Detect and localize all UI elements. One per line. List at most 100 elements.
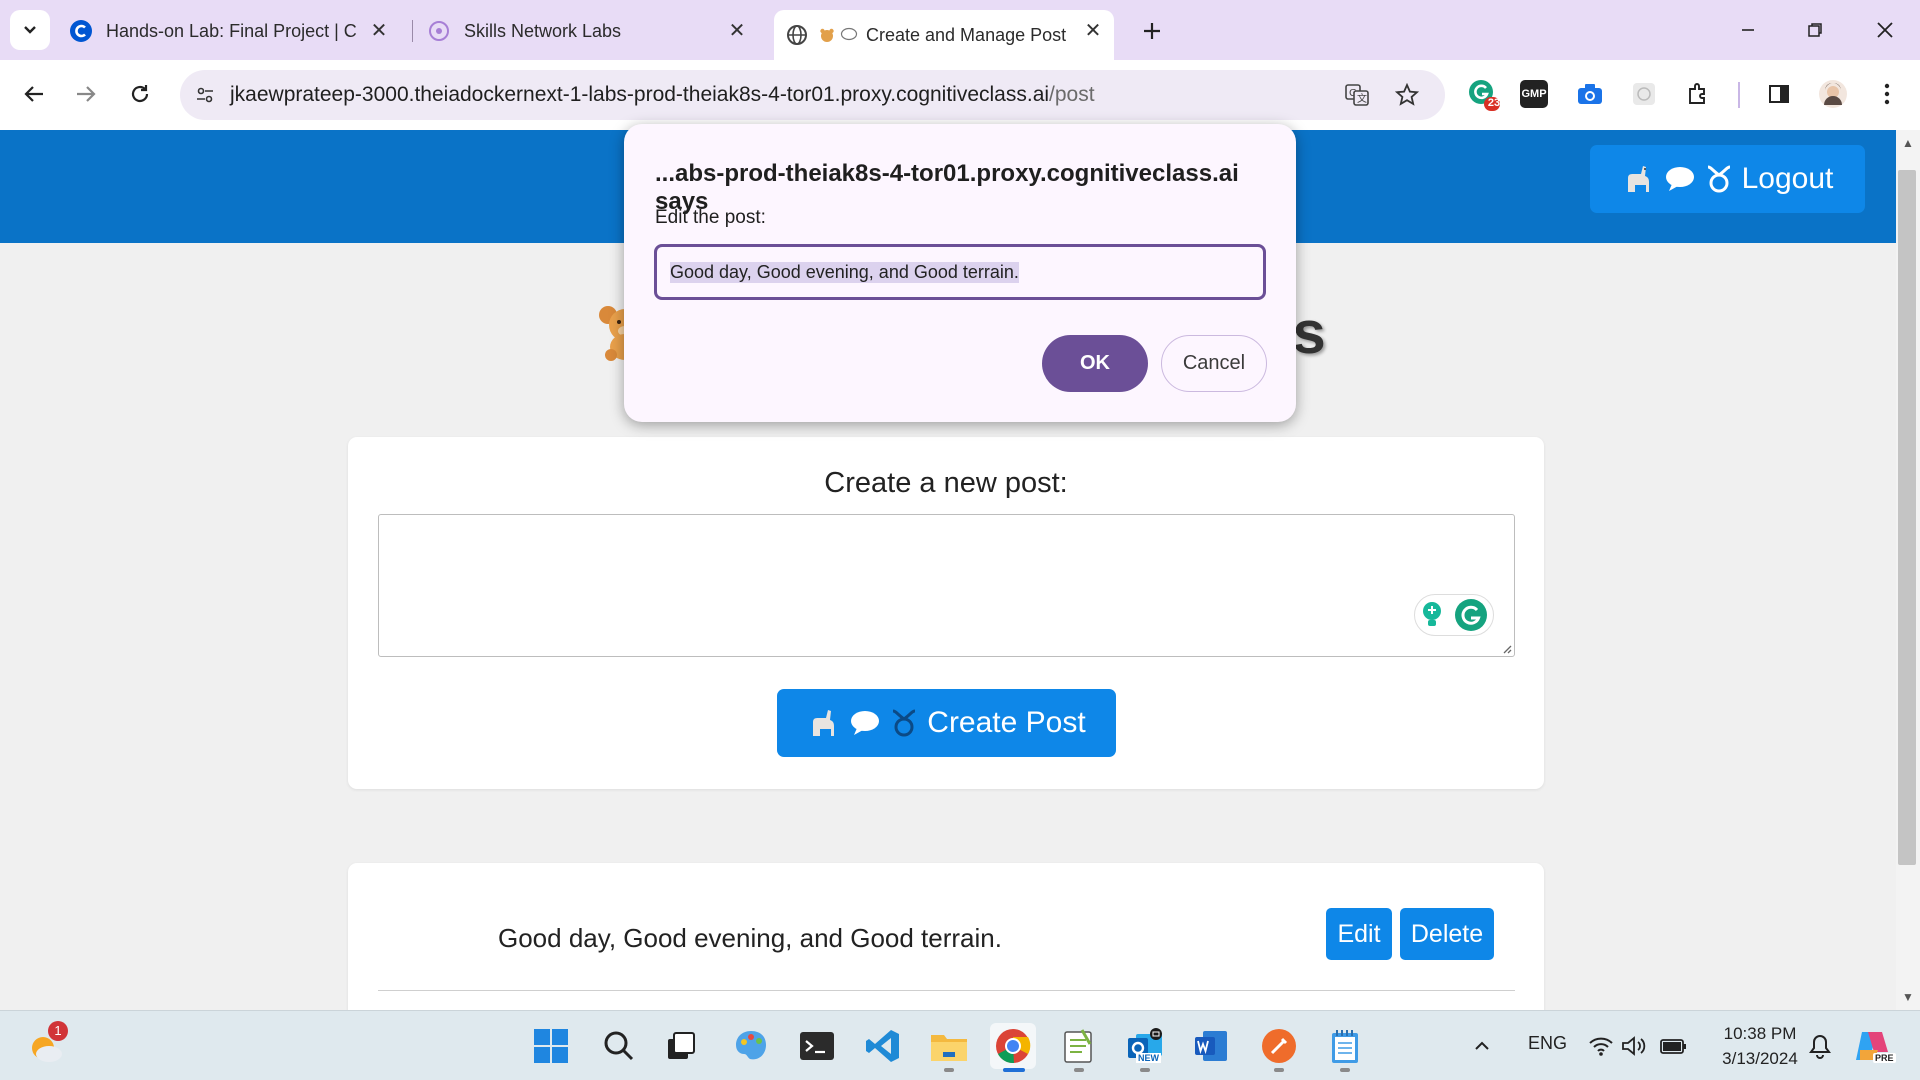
taurus-icon bbox=[1707, 165, 1730, 193]
taskbar-app-notepad[interactable] bbox=[1322, 1023, 1368, 1069]
extensions-puzzle-icon[interactable] bbox=[1681, 77, 1715, 111]
notifications-button[interactable] bbox=[1805, 1023, 1835, 1069]
task-view-button[interactable] bbox=[658, 1023, 704, 1069]
profile-avatar[interactable] bbox=[1816, 77, 1850, 111]
edit-post-input[interactable]: Good day, Good evening, and Good terrain… bbox=[654, 244, 1266, 300]
create-post-button[interactable]: Create Post bbox=[777, 689, 1116, 757]
llama-icon bbox=[813, 710, 835, 736]
plus-icon bbox=[1144, 23, 1160, 39]
teddy-bear-icon bbox=[820, 28, 834, 42]
toolbar-separator bbox=[1738, 82, 1740, 108]
battery-icon bbox=[1660, 1039, 1686, 1054]
taskbar-search-button[interactable] bbox=[596, 1023, 642, 1069]
notepad-plus-icon bbox=[1064, 1029, 1092, 1063]
forward-button[interactable] bbox=[64, 72, 108, 116]
tab-create-manage-post[interactable]: Create and Manage Post ✕ bbox=[774, 10, 1114, 60]
start-button[interactable] bbox=[528, 1023, 574, 1069]
tab-hands-on-lab[interactable]: Hands-on Lab: Final Project | Co ✕ bbox=[70, 10, 400, 52]
new-tab-button[interactable] bbox=[1132, 14, 1172, 48]
running-indicator bbox=[1074, 1068, 1084, 1072]
show-hidden-icons-button[interactable] bbox=[1467, 1023, 1497, 1069]
post-textarea[interactable] bbox=[378, 514, 1515, 657]
close-tab-icon[interactable]: ✕ bbox=[368, 20, 390, 42]
side-panel-icon[interactable] bbox=[1762, 77, 1796, 111]
windows-logo-icon bbox=[534, 1029, 568, 1063]
reload-icon bbox=[131, 85, 149, 103]
close-tab-icon[interactable]: ✕ bbox=[1082, 20, 1104, 42]
scroll-up-arrow-icon[interactable]: ▲ bbox=[1900, 136, 1916, 150]
skills-network-icon bbox=[429, 21, 449, 41]
grammarly-widget[interactable] bbox=[1414, 594, 1494, 636]
close-tab-icon[interactable]: ✕ bbox=[726, 20, 748, 42]
tab-title: Skills Network Labs bbox=[464, 20, 622, 41]
input-language[interactable]: ENG bbox=[1528, 1033, 1567, 1054]
post-divider bbox=[378, 990, 1515, 991]
scroll-down-arrow-icon[interactable]: ▼ bbox=[1900, 990, 1916, 1004]
restore-button[interactable] bbox=[1790, 10, 1840, 50]
speech-bubble-icon bbox=[840, 27, 858, 41]
minimize-button[interactable] bbox=[1723, 10, 1773, 50]
reload-button[interactable] bbox=[118, 72, 162, 116]
taskbar-app-file-explorer[interactable] bbox=[926, 1023, 972, 1069]
logout-button[interactable]: Logout bbox=[1590, 145, 1865, 213]
grammarly-extension-icon[interactable]: 23 bbox=[1466, 77, 1500, 111]
weather-badge: 1 bbox=[48, 1021, 68, 1041]
clock[interactable]: 10:38 PM 3/13/2024 bbox=[1705, 1021, 1815, 1071]
camera-extension-icon[interactable] bbox=[1573, 77, 1607, 111]
edit-post-button[interactable]: Edit bbox=[1326, 908, 1392, 960]
prompt-dialog: ...abs-prod-theiak8s-4-tor01.proxy.cogni… bbox=[624, 124, 1296, 422]
taskbar-app-postman[interactable] bbox=[1256, 1023, 1302, 1069]
tab-skills-network[interactable]: Skills Network Labs ✕ bbox=[428, 10, 758, 52]
openai-extension-icon[interactable] bbox=[1627, 77, 1661, 111]
running-indicator bbox=[1340, 1068, 1350, 1072]
speech-bubble-icon bbox=[851, 711, 880, 735]
taskbar-app-paint[interactable] bbox=[728, 1023, 774, 1069]
url-host: jkaewprateep-3000.theiadockernext-1-labs… bbox=[230, 83, 1050, 106]
ok-button[interactable]: OK bbox=[1042, 335, 1148, 392]
site-info-icon[interactable] bbox=[188, 78, 222, 112]
speech-bubble-icon bbox=[1665, 167, 1694, 191]
resize-handle-icon[interactable] bbox=[1500, 642, 1512, 654]
coursera-c-icon bbox=[70, 20, 92, 42]
address-bar[interactable]: jkaewprateep-3000.theiadockernext-1-labs… bbox=[180, 70, 1445, 120]
taskbar-app-outlook[interactable]: NEW bbox=[1122, 1023, 1168, 1069]
taskbar-app-terminal[interactable] bbox=[794, 1023, 840, 1069]
windows-taskbar: 1 NEW ENG 10:38 PM 3/13/2024 PRE bbox=[0, 1010, 1920, 1080]
taskbar-app-notepad-plus[interactable] bbox=[1056, 1023, 1102, 1069]
running-indicator bbox=[944, 1068, 954, 1072]
create-post-label: Create Post bbox=[927, 706, 1086, 739]
minimize-icon bbox=[1742, 29, 1754, 31]
running-indicator bbox=[1140, 1068, 1150, 1072]
battery-status[interactable] bbox=[1654, 1023, 1694, 1069]
terminal-icon bbox=[800, 1032, 834, 1060]
translate-icon[interactable]: G文 bbox=[1340, 78, 1374, 112]
bookmark-star-icon[interactable] bbox=[1390, 78, 1424, 112]
browser-menu-icon[interactable] bbox=[1870, 77, 1904, 111]
restore-icon bbox=[1808, 23, 1822, 37]
tab-search-button[interactable] bbox=[10, 10, 50, 50]
weather-widget[interactable]: 1 bbox=[24, 1021, 70, 1069]
network-status[interactable] bbox=[1582, 1023, 1620, 1069]
taskbar-app-chrome[interactable] bbox=[990, 1023, 1036, 1069]
cancel-button[interactable]: Cancel bbox=[1161, 335, 1267, 392]
logout-label: Logout bbox=[1741, 162, 1834, 195]
delete-post-button[interactable]: Delete bbox=[1400, 908, 1494, 960]
paint-palette-icon bbox=[736, 1031, 766, 1060]
tab-title: Create and Manage Post bbox=[866, 24, 1066, 45]
taskbar-app-word[interactable] bbox=[1188, 1023, 1234, 1069]
close-window-button[interactable] bbox=[1860, 10, 1910, 50]
task-view-icon bbox=[668, 1032, 695, 1059]
back-arrow-icon bbox=[24, 86, 43, 102]
post-list-card: Good day, Good evening, and Good terrain… bbox=[348, 863, 1544, 1010]
copilot-button[interactable]: PRE bbox=[1849, 1023, 1896, 1069]
edit-post-input-value: Good day, Good evening, and Good terrain… bbox=[670, 261, 1019, 283]
scroll-thumb[interactable] bbox=[1898, 170, 1916, 865]
volume-control[interactable] bbox=[1616, 1023, 1652, 1069]
chrome-icon bbox=[996, 1029, 1031, 1064]
running-indicator bbox=[1274, 1068, 1284, 1072]
dialog-message: Edit the post: bbox=[655, 207, 766, 228]
gmp-extension-icon[interactable]: GMP bbox=[1520, 80, 1548, 108]
copilot-pre-badge: PRE bbox=[1873, 1053, 1896, 1063]
back-button[interactable] bbox=[12, 72, 56, 116]
taskbar-app-vscode[interactable] bbox=[860, 1023, 906, 1069]
